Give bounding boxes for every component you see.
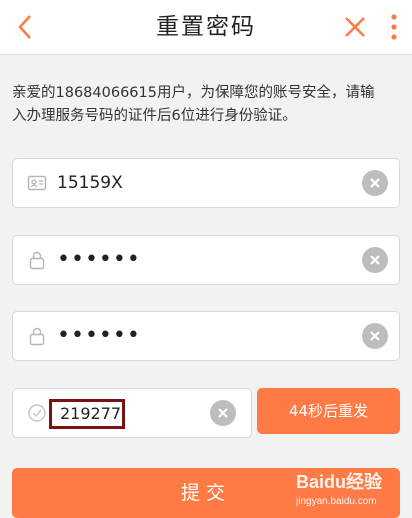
more-button[interactable] (384, 10, 404, 44)
clear-id-button[interactable] (362, 170, 388, 196)
new-password-field[interactable]: •••••• (12, 235, 400, 285)
close-icon (345, 17, 365, 37)
check-circle-icon (28, 404, 46, 422)
verification-notice: 亲爱的18684066615用户，为保障您的账号安全，请输 入办理服务号码的证件… (12, 82, 404, 128)
id-number-value: 15159X (57, 173, 123, 193)
notice-line-2: 入办理服务号码的证件后6位进行身份验证。 (12, 108, 297, 124)
sms-code-field[interactable]: 219277 (12, 388, 252, 438)
sms-code-value: 219277 (60, 404, 122, 423)
id-card-icon (27, 175, 47, 191)
lock-icon (29, 327, 45, 346)
watermark-brand: Baidu经验 (296, 472, 383, 492)
close-button[interactable] (338, 10, 372, 44)
clear-icon (218, 408, 228, 418)
confirm-password-field[interactable]: •••••• (12, 311, 400, 361)
id-number-field[interactable]: 15159X (12, 158, 400, 208)
app-header: 重置密码 (0, 0, 412, 55)
watermark-url: jingyan.baidu.com (296, 496, 377, 507)
notice-line-1: 亲爱的18684066615用户，为保障您的账号安全，请输 (12, 85, 375, 101)
resend-code-button[interactable]: 44秒后重发 (257, 388, 400, 434)
new-password-value: •••••• (57, 247, 141, 272)
clear-icon (370, 255, 380, 265)
lock-icon (29, 251, 45, 270)
clear-icon (370, 331, 380, 341)
more-vertical-icon (391, 14, 397, 40)
confirm-password-value: •••••• (57, 323, 141, 348)
clear-icon (370, 178, 380, 188)
clear-new-password-button[interactable] (362, 247, 388, 273)
clear-confirm-password-button[interactable] (362, 323, 388, 349)
clear-sms-code-button[interactable] (210, 400, 236, 426)
baidu-watermark: Baidu经验 jingyan.baidu.com (290, 466, 408, 512)
